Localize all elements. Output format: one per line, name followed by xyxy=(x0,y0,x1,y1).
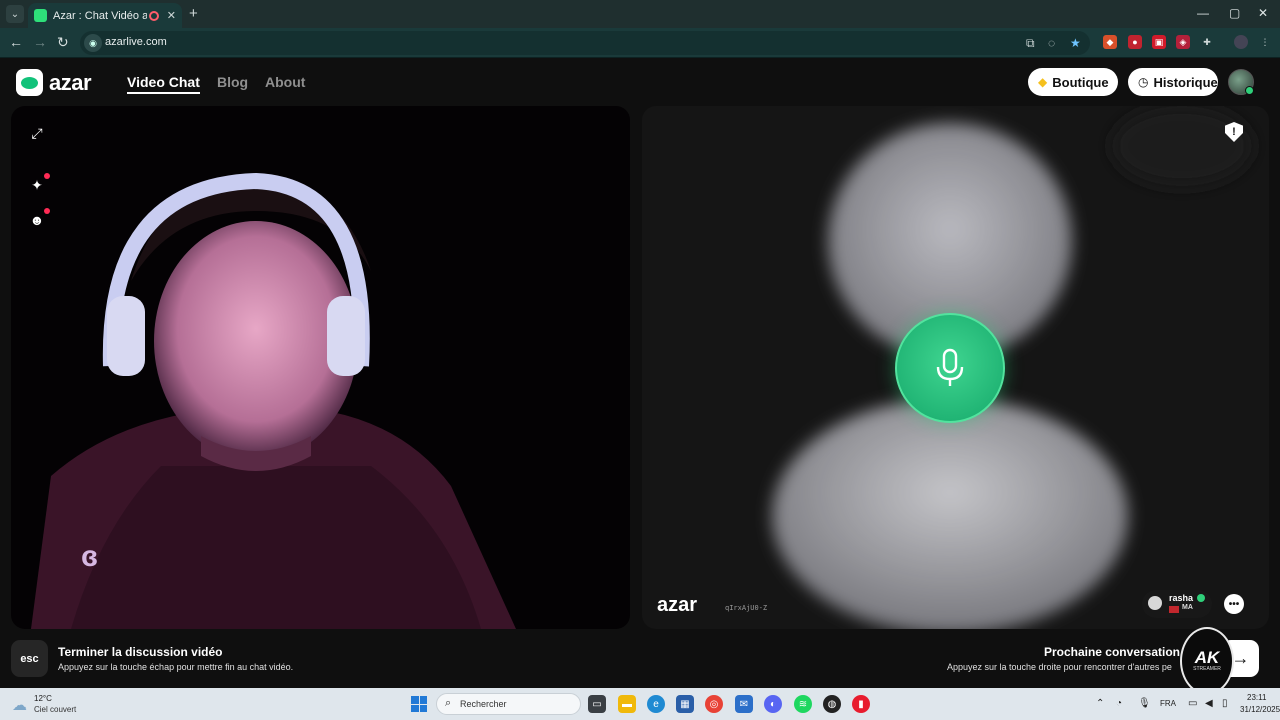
obs-icon[interactable]: ◍ xyxy=(823,695,841,713)
spotify-icon[interactable]: ≋ xyxy=(794,695,812,713)
nav-blog[interactable]: Blog xyxy=(217,74,248,90)
online-status-dot xyxy=(1245,86,1254,95)
tab-list-button[interactable]: ⌄ xyxy=(6,5,24,23)
store-icon[interactable]: ▦ xyxy=(676,695,694,713)
tray-microphone-icon[interactable]: 🎙 xyxy=(1138,698,1151,709)
end-chat-title: Terminer la discussion vidéo xyxy=(58,645,223,659)
azar-logo-mark-icon xyxy=(16,69,43,96)
app-red-icon[interactable]: ▮ xyxy=(852,695,870,713)
historique-button[interactable]: ◷ Historique xyxy=(1128,68,1218,96)
svg-text:ɞ: ɞ xyxy=(81,540,98,573)
mail-icon[interactable]: ✉ xyxy=(735,695,753,713)
peer-avatar-icon xyxy=(1148,596,1162,610)
chat-message-button[interactable]: ••• xyxy=(1224,594,1244,614)
browser-toolbar: ← → ↻ ◉ azarlive.com ⧉ ◌ ★ ◆ ● ▣ ◈ ✚ ⋮ xyxy=(0,28,1280,58)
bookmark-star-icon[interactable]: ★ xyxy=(1070,36,1081,50)
chrome-icon[interactable]: ◎ xyxy=(705,695,723,713)
face-filter-icon[interactable]: ☻ xyxy=(29,212,45,228)
local-camera-video: ɞ ⤢ ✦ ☻ xyxy=(11,106,630,629)
profile-avatar-icon[interactable] xyxy=(1234,35,1248,49)
azar-logo[interactable]: azar xyxy=(16,69,92,96)
cloudy-weather-icon[interactable]: ☁ xyxy=(12,696,27,714)
historique-label: Historique xyxy=(1153,74,1218,90)
browser-tab-active[interactable]: Azar : Chat Vidéo avec de n ✕ xyxy=(28,3,182,28)
extensions-puzzle-icon[interactable]: ✚ xyxy=(1200,35,1214,49)
search-placeholder: Rechercher xyxy=(460,699,507,709)
peer-name: rasha xyxy=(1169,593,1194,603)
azar-logo-text: azar xyxy=(49,69,92,95)
local-camera-feed-image: ɞ xyxy=(31,172,516,629)
tray-network-sync-icon[interactable]: ◔ xyxy=(1116,698,1122,709)
remote-peer-video: ! azar qIrxAjU0-Z rasha MA ••• xyxy=(642,106,1269,629)
weather-temperature[interactable]: 12°C xyxy=(34,694,52,703)
tab-title: Azar : Chat Vidéo avec de n xyxy=(53,9,147,22)
sparkle-effects-icon[interactable]: ✦ xyxy=(29,177,45,193)
clock-date[interactable]: 31/12/2025 xyxy=(1240,705,1280,714)
extension-1-icon[interactable]: ◆ xyxy=(1103,35,1117,49)
morocco-flag-icon xyxy=(1169,606,1179,613)
esc-key-button[interactable]: esc xyxy=(11,640,48,677)
boutique-label: Boutique xyxy=(1052,74,1109,90)
microphone-icon xyxy=(936,348,964,386)
taskbar-search-input[interactable]: ⌕ Rechercher xyxy=(436,693,581,715)
window-maximize-button[interactable]: ▢ xyxy=(1229,6,1240,20)
filter-notification-dot xyxy=(44,208,50,214)
site-info-icon[interactable]: ◉ xyxy=(84,34,102,52)
browser-tab-strip: ⌄ Azar : Chat Vidéo avec de n ✕ + — ▢ ✕ xyxy=(0,0,1280,28)
tray-display-icon[interactable]: ▭ xyxy=(1188,698,1197,709)
back-arrow-icon[interactable]: ← xyxy=(9,34,23,50)
weather-description[interactable]: Ciel couvert xyxy=(34,705,76,714)
task-view-icon[interactable]: ▭ xyxy=(588,695,606,713)
streamer-logo-text: AK xyxy=(1194,648,1220,667)
effects-notification-dot xyxy=(44,173,50,179)
windows-taskbar: ☁ 12°C Ciel couvert ⌕ Rechercher ▭ ▬ e ▦… xyxy=(0,688,1280,720)
window-close-button[interactable]: ✕ xyxy=(1258,6,1268,20)
resize-swap-icon[interactable]: ⤢ xyxy=(29,125,45,141)
azar-favicon-icon xyxy=(34,9,47,22)
extension-2-icon[interactable]: ● xyxy=(1128,35,1142,49)
clock-icon: ◷ xyxy=(1138,75,1149,89)
remote-azar-watermark: azar xyxy=(657,594,698,616)
streamer-logo-subtext: STREAMER xyxy=(1193,666,1221,672)
cast-icon[interactable]: ⧉ xyxy=(1026,36,1035,51)
tray-volume-icon[interactable]: ◀ xyxy=(1205,698,1213,709)
url-text[interactable]: azarlive.com xyxy=(105,36,167,48)
nav-video-chat[interactable]: Video Chat xyxy=(127,74,200,94)
extension-4-icon[interactable]: ◈ xyxy=(1176,35,1190,49)
next-conversation-hint: Appuyez sur la touche droite pour rencon… xyxy=(947,662,1172,672)
end-chat-hint: Appuyez sur la touche échap pour mettre … xyxy=(58,662,294,672)
gem-icon: ◆ xyxy=(1038,75,1048,89)
tray-battery-icon[interactable]: ▯ xyxy=(1222,698,1228,709)
recording-indicator-icon xyxy=(148,10,159,21)
new-tab-button[interactable]: + xyxy=(189,5,198,22)
tab-close-button[interactable]: ✕ xyxy=(167,9,176,22)
nav-about[interactable]: About xyxy=(265,74,305,90)
address-bar[interactable]: ◉ azarlive.com ⧉ ◌ ★ xyxy=(80,31,1090,55)
voice-only-mic-indicator xyxy=(895,313,1005,423)
extension-3-icon[interactable]: ▣ xyxy=(1152,35,1166,49)
streamer-logo-overlay: AK STREAMER xyxy=(1180,627,1234,695)
boutique-button[interactable]: ◆ Boutique xyxy=(1028,68,1118,96)
edge-icon[interactable]: e xyxy=(647,695,665,713)
file-explorer-icon[interactable]: ▬ xyxy=(618,695,636,713)
discord-icon[interactable]: ◐ xyxy=(764,695,782,713)
search-icon: ⌕ xyxy=(445,697,452,709)
window-minimize-button[interactable]: — xyxy=(1197,6,1209,20)
next-conversation-title: Prochaine conversation xyxy=(1043,645,1180,659)
forward-arrow-icon[interactable]: → xyxy=(33,34,47,50)
reload-icon[interactable]: ↻ xyxy=(57,34,69,51)
remote-session-id: qIrxAjU0-Z xyxy=(725,604,768,612)
peer-profile-badge[interactable]: rasha MA xyxy=(1142,590,1212,618)
azar-app: azar Video Chat Blog About ◆ Boutique ◷ … xyxy=(0,58,1280,695)
eye-off-icon[interactable]: ◌ xyxy=(1048,36,1055,50)
keyboard-language[interactable]: FRA xyxy=(1160,699,1176,708)
windows-start-icon[interactable] xyxy=(411,696,427,712)
peer-country: MA xyxy=(1182,604,1193,611)
clock-time[interactable]: 23:11 xyxy=(1247,693,1266,702)
verified-badge-icon xyxy=(1197,594,1205,602)
browser-menu-icon[interactable]: ⋮ xyxy=(1258,35,1272,49)
tray-chevron-icon[interactable]: ⌃ xyxy=(1096,698,1104,709)
